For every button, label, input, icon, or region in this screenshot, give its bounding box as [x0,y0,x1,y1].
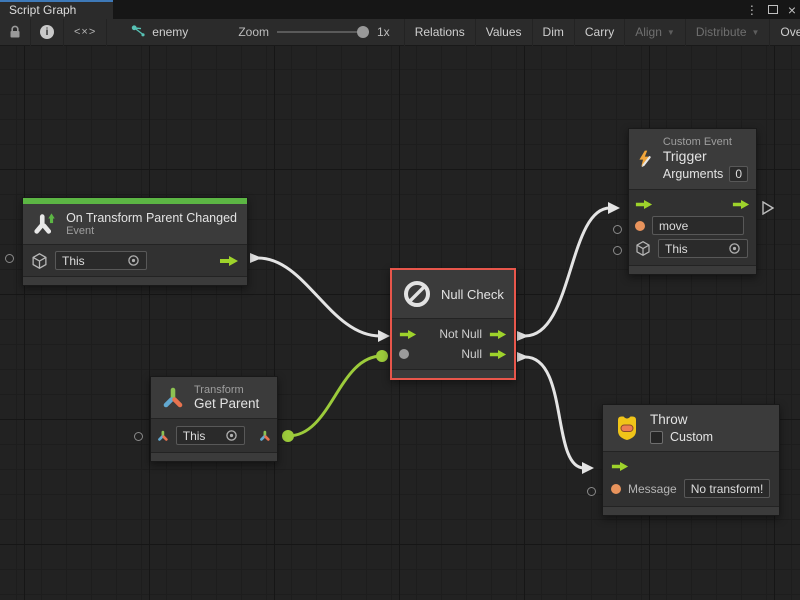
null-label: Null [461,347,482,361]
node-category: Custom Event [663,136,748,148]
gameobject-cube-icon [635,240,651,257]
node-get-parent[interactable]: Transform Get Parent This [150,376,278,462]
node-footer [151,452,277,461]
zoom-slider[interactable] [277,26,369,38]
window-titlebar: Script Graph ⋮ × [0,0,800,19]
node-subtitle: Event [66,225,237,237]
dim-button[interactable]: Dim [533,19,575,46]
node-category: Transform [194,384,259,396]
values-button[interactable]: Values [476,19,533,46]
close-icon[interactable]: × [788,3,796,17]
trigger-out-port[interactable] [732,199,750,210]
input-port-circle[interactable] [613,246,622,255]
wire-end-dot [376,350,388,362]
node-footer [23,276,247,285]
maximize-icon[interactable] [768,5,778,14]
node-title: Throw [650,412,713,427]
node-custom-event-trigger[interactable]: Custom Event Trigger Arguments 0 [628,128,757,275]
transform-port-in[interactable] [157,429,169,443]
not-null-label: Not Null [439,327,482,341]
target-dropdown[interactable]: This [176,426,245,445]
lock-icon [9,25,21,39]
input-port-circle[interactable] [5,254,14,263]
transform-event-icon [33,211,57,237]
node-footer [392,369,514,378]
node-title: Null Check [441,287,504,302]
trigger-in-port[interactable] [611,461,629,472]
tab-label: Script Graph [9,3,76,17]
input-port-circle[interactable] [587,487,596,496]
target-dropdown[interactable]: This [658,239,748,258]
wire-notnull-to-trigger[interactable] [525,208,610,336]
value-port-orange[interactable] [611,484,621,494]
wire-start-dot [282,430,294,442]
throw-error-icon [613,413,641,443]
arguments-label: Arguments [663,167,723,181]
zoom-value: 1x [377,25,390,39]
input-port-circle[interactable] [134,432,143,441]
gameobject-cube-icon [31,252,48,270]
node-footer [603,506,779,515]
relations-button[interactable]: Relations [404,19,476,46]
message-field[interactable]: No transform! [684,479,771,498]
chevron-down-icon: ▼ [667,28,675,37]
graph-name: enemy [152,25,188,39]
graph-reference[interactable]: enemy [121,25,198,39]
input-port-circle[interactable] [613,225,622,234]
custom-checkbox[interactable] [650,431,663,444]
info-button[interactable]: i [31,19,64,46]
wire-end-arrow [378,330,390,342]
message-label: Message [628,482,677,496]
lock-button[interactable] [0,19,31,46]
trigger-out-port[interactable] [489,349,507,360]
zoom-slider-track [277,31,369,33]
output-port-triangle[interactable] [762,201,775,215]
code-icon: <×> [74,26,96,38]
object-picker-icon[interactable] [728,242,741,255]
window-menu-icon[interactable]: ⋮ [746,3,758,17]
trigger-out-port[interactable] [219,255,239,267]
wire-getparent-to-nullcheck[interactable] [288,356,382,436]
edit-graph-button[interactable]: <×> [64,19,107,46]
value-port-gray[interactable] [399,349,409,359]
arguments-count-field[interactable]: 0 [729,166,748,182]
zoom-label: Zoom [238,25,269,39]
graph-canvas[interactable]: On Transform Parent Changed Event This [0,46,800,600]
wire-end-arrow [582,462,594,474]
custom-event-icon [637,143,654,175]
object-picker-icon[interactable] [127,254,140,267]
event-name-field[interactable]: move [652,216,744,235]
value-port-orange[interactable] [635,221,645,231]
graph-icon [131,25,146,39]
node-null-check[interactable]: Null Check Not Null Null [390,268,516,380]
overview-button[interactable]: Overview [770,19,800,46]
node-footer [629,265,756,274]
object-picker-icon[interactable] [225,429,238,442]
node-throw[interactable]: Throw Custom Message No transform! [602,404,780,516]
custom-label: Custom [670,430,713,444]
tab-script-graph[interactable]: Script Graph [0,0,113,19]
graph-toolbar: i <×> enemy Zoom 1x Relations Values Dim… [0,19,800,46]
align-button[interactable]: Align ▼ [625,19,686,46]
trigger-in-port[interactable] [399,329,417,340]
null-check-icon [402,279,432,309]
chevron-down-icon: ▼ [752,28,760,37]
node-on-transform-parent-changed[interactable]: On Transform Parent Changed Event This [22,197,248,286]
wire-event-to-nullcheck[interactable] [258,258,380,336]
zoom-slider-thumb[interactable] [357,26,369,38]
carry-button[interactable]: Carry [575,19,625,46]
transform-icon [161,386,185,410]
wire-null-to-throw[interactable] [525,357,584,468]
node-title: Get Parent [194,396,259,411]
wire-end-arrow [608,202,620,214]
node-title: Trigger [663,148,748,164]
target-dropdown[interactable]: This [55,251,147,270]
transform-port-out[interactable] [259,429,271,443]
node-title: On Transform Parent Changed [66,211,237,225]
distribute-button[interactable]: Distribute ▼ [686,19,771,46]
trigger-in-port[interactable] [635,199,653,210]
trigger-out-port[interactable] [489,329,507,340]
info-icon: i [40,25,54,39]
